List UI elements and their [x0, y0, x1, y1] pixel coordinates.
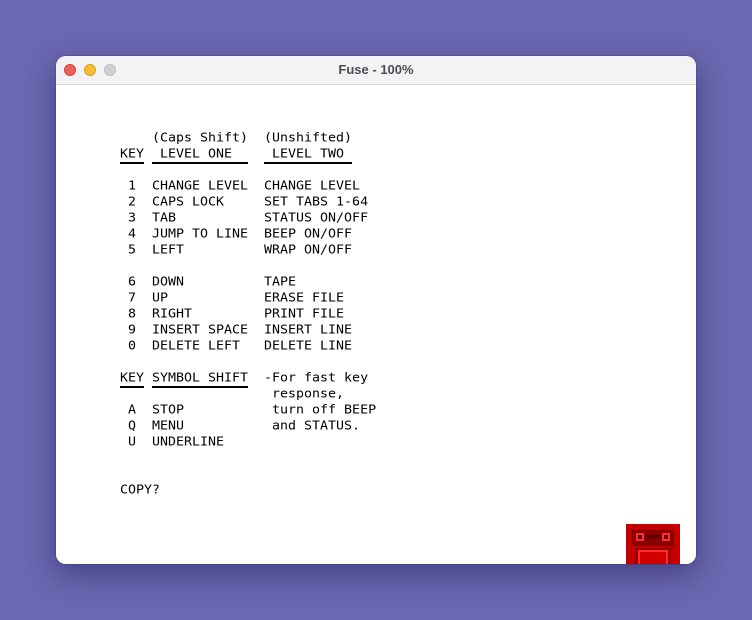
level-two-function: SET TABS 1-64 — [264, 195, 369, 210]
key-number: 2 — [128, 195, 137, 210]
symbol-key: Q — [128, 419, 137, 434]
level-one-function: LEFT — [152, 243, 185, 258]
key-number: 4 — [128, 227, 137, 242]
level-one-function: JUMP TO LINE — [152, 227, 249, 242]
level-two-underline — [264, 162, 352, 164]
symbol-key: U — [128, 435, 137, 450]
key-number: 0 — [128, 339, 137, 354]
level-two-function: STATUS ON/OFF — [264, 211, 369, 226]
level-one-function: INSERT SPACE — [152, 323, 249, 338]
level-one-function: DELETE LEFT — [152, 339, 241, 354]
key-column-heading: KEY — [120, 147, 145, 162]
symbol-function: MENU — [152, 419, 185, 434]
app-window: Fuse - 100% (Caps Shift) (Unshifted) KEY… — [56, 56, 696, 564]
key-number: 1 — [128, 179, 137, 194]
key-heading-underline — [120, 162, 144, 164]
level-one-function: UP — [152, 291, 169, 306]
unshifted-heading: (Unshifted) — [264, 131, 353, 146]
level-one-heading: LEVEL ONE — [160, 147, 233, 162]
window-title: Fuse - 100% — [338, 62, 414, 77]
key-number: 8 — [128, 307, 137, 322]
key-number: 5 — [128, 243, 137, 258]
symbol-key-heading: KEY — [120, 371, 145, 386]
level-two-function: WRAP ON/OFF — [264, 243, 353, 258]
symbol-key: A — [128, 403, 137, 418]
level-two-function: CHANGE LEVEL — [264, 179, 361, 194]
key-number: 9 — [128, 323, 137, 338]
level-two-function: TAPE — [264, 275, 297, 290]
key-number: 6 — [128, 275, 137, 290]
spectrum-screen[interactable]: (Caps Shift) (Unshifted) KEY LEVEL ONE L… — [56, 85, 696, 564]
key-number: 3 — [128, 211, 137, 226]
note-line: -For fast key — [264, 371, 369, 386]
level-two-function: PRINT FILE — [264, 307, 345, 322]
level-two-function: INSERT LINE — [264, 323, 353, 338]
level-one-function: CAPS LOCK — [152, 195, 225, 210]
level-one-function: DOWN — [152, 275, 185, 290]
key-number: 7 — [128, 291, 137, 306]
copy-prompt: COPY? — [120, 483, 161, 498]
symbol-shift-underline — [152, 386, 248, 388]
level-two-function: ERASE FILE — [264, 291, 345, 306]
symbol-key-underline — [120, 386, 144, 388]
symbol-function: STOP — [152, 403, 185, 418]
title-bar[interactable]: Fuse - 100% — [56, 56, 696, 85]
level-one-underline — [152, 162, 248, 164]
level-two-function: DELETE LINE — [264, 339, 353, 354]
level-two-function: BEEP ON/OFF — [264, 227, 353, 242]
level-one-function: TAB — [152, 211, 177, 226]
symbol-function: UNDERLINE — [152, 435, 225, 450]
level-one-function: RIGHT — [152, 307, 193, 322]
note-line: response, — [264, 387, 345, 402]
cassette-tape-icon — [626, 524, 680, 564]
note-line: turn off BEEP — [264, 403, 377, 418]
level-two-heading: LEVEL TWO — [272, 147, 345, 162]
symbol-shift-heading: SYMBOL SHIFT — [152, 371, 249, 386]
note-line: and STATUS. — [264, 419, 361, 434]
level-one-function: CHANGE LEVEL — [152, 179, 249, 194]
caps-shift-heading: (Caps Shift) — [152, 131, 249, 146]
